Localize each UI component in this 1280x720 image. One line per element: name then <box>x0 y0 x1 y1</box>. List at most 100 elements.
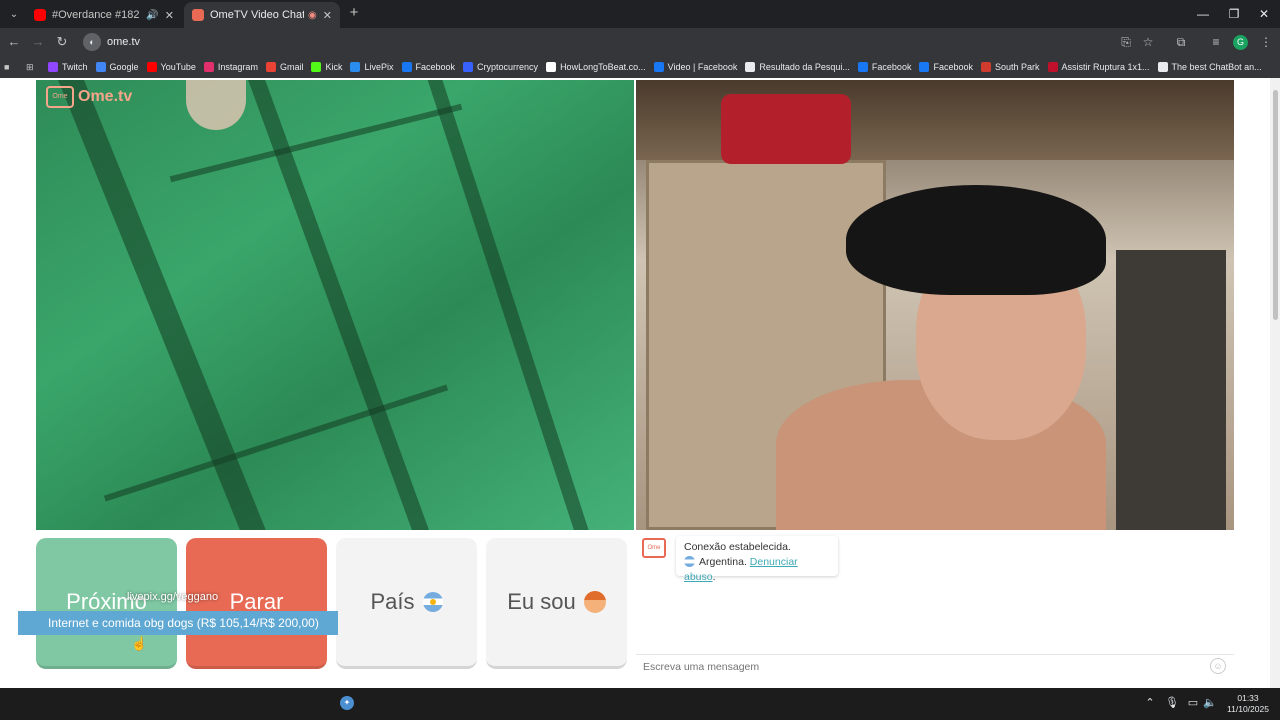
bookmark-favicon-icon <box>546 62 557 72</box>
tab-youtube[interactable]: #Overdance #182 #DJMask 🔊 ✕ <box>26 2 182 28</box>
country-line: Argentina. Denunciar abuso. <box>684 555 830 585</box>
page-scrollbar[interactable] <box>1270 78 1280 688</box>
board-line <box>51 80 285 530</box>
country-label: País <box>370 589 415 614</box>
bookmark-label: Cryptocurrency <box>477 62 539 72</box>
bookmark-item[interactable]: Cryptocurrency <box>463 62 538 72</box>
chat-message-input[interactable] <box>643 660 1183 673</box>
recording-icon: ◉ <box>308 9 317 21</box>
bookmark-favicon-icon <box>146 62 157 72</box>
back-icon[interactable]: ← <box>4 32 24 52</box>
bookmark-item[interactable]: Google <box>95 62 139 72</box>
tab-ometv[interactable]: OmeTV Video Chat — Ome ◉ ✕ <box>184 2 340 28</box>
connection-text: Conexão estabelecida. <box>684 541 791 553</box>
bookmark-item[interactable]: Facebook <box>857 62 911 72</box>
media-control-icon[interactable]: ≡ <box>1207 33 1225 51</box>
address-bar[interactable]: ◐ ome.tv <box>80 30 1100 54</box>
bookmark-item[interactable]: The best ChatBot an... <box>1157 62 1262 72</box>
bookmark-label: Facebook <box>933 62 973 72</box>
tab-strip: ⌄ #Overdance #182 #DJMask 🔊 ✕ OmeTV Vide… <box>0 0 1280 28</box>
bookmark-favicon-icon <box>1047 62 1058 72</box>
bookmark-item[interactable]: Assistir Ruptura 1x1... <box>1047 62 1150 72</box>
bookmark-favicon-icon <box>95 62 106 72</box>
bookmark-favicon-icon <box>745 62 756 72</box>
bookmark-favicon-icon <box>919 62 930 72</box>
scroll-thumb[interactable] <box>1273 90 1278 320</box>
bookmark-item[interactable]: Facebook <box>919 62 973 72</box>
bookmark-item[interactable]: LivePix <box>350 62 394 72</box>
board-line <box>419 80 607 530</box>
bookmark-item[interactable]: Gmail <box>265 62 303 72</box>
suitcase <box>721 94 851 164</box>
profile-avatar[interactable]: G <box>1233 35 1248 50</box>
bookmark-favicon-icon <box>1157 62 1168 72</box>
bookmark-label: YouTube <box>160 62 196 72</box>
browser-toolbar: ← → ↻ ◐ ome.tv ⎘ ☆ ⧉ ≡ ⋮ <box>0 28 1280 56</box>
bookmark-label: The best ChatBot an... <box>1171 62 1262 72</box>
stranger-video: Ome Ome.tv <box>36 80 634 530</box>
gender-button[interactable]: Eu sou <box>486 538 627 669</box>
bookmark-favicon-icon <box>857 62 868 72</box>
volume-icon[interactable]: 🔈 <box>1203 696 1217 710</box>
bookmark-item[interactable]: South Park <box>980 62 1040 72</box>
chat-panel: Ome Conexão estabelecida. Argentina. Den… <box>636 536 1234 678</box>
ometv-favicon-icon <box>192 9 204 21</box>
finger-blur <box>186 80 246 130</box>
board-line <box>240 80 448 530</box>
close-tab-icon[interactable]: ✕ <box>323 9 332 22</box>
bookmark-label: Kick <box>325 62 343 72</box>
youtube-favicon-icon <box>34 9 46 21</box>
stop-button[interactable]: Parar <box>186 538 327 669</box>
close-window-button[interactable]: ✕ <box>1246 0 1280 28</box>
apps-grid-icon[interactable]: ⊞ <box>26 62 36 72</box>
self-video <box>636 80 1234 530</box>
bookmark-star-icon[interactable]: ☆ <box>1139 33 1157 51</box>
bookmark-item[interactable]: YouTube <box>146 62 196 72</box>
tab-title: #Overdance #182 #DJMask <box>52 9 142 21</box>
forward-icon[interactable]: → <box>28 32 48 52</box>
bookmark-label: Facebook <box>415 62 456 72</box>
bookmark-label: LivePix <box>364 62 394 72</box>
bookmark-item[interactable]: Resultado da Pesqui... <box>745 62 850 72</box>
livepix-overlay-text: livepix.gg/veggano <box>127 591 219 603</box>
display-icon[interactable]: ▭ <box>1186 696 1200 710</box>
url-text[interactable]: ome.tv <box>107 36 140 48</box>
menu-icon[interactable]: ⋮ <box>1257 33 1275 51</box>
bookmark-item[interactable]: Facebook <box>401 62 456 72</box>
system-clock[interactable]: 01:33 11/10/2025 <box>1222 693 1274 715</box>
bookmark-favicon-icon <box>311 62 322 72</box>
bookmark-item[interactable]: Kick <box>311 62 342 72</box>
period: . <box>712 571 716 583</box>
bookmark-label: Google <box>109 62 139 72</box>
emoji-icon[interactable]: ☺ <box>1210 658 1226 674</box>
next-button[interactable]: Próximo <box>36 538 177 669</box>
argentina-flag-icon <box>684 556 695 567</box>
bookmark-item[interactable]: Twitch <box>48 62 88 72</box>
bookmark-label: Assistir Ruptura 1x1... <box>1061 62 1150 72</box>
tab-title: OmeTV Video Chat — Ome <box>210 9 305 21</box>
gender-label: Eu sou <box>507 589 576 614</box>
bookmark-item[interactable]: HowLongToBeat.co... <box>546 62 646 72</box>
bookmark-favicon-icon <box>980 62 991 72</box>
tray-chevron-icon[interactable]: ⌃ <box>1143 696 1157 710</box>
country-button[interactable]: País <box>336 538 477 669</box>
bookmark-favicon-icon <box>653 62 664 72</box>
argentina-flag-icon <box>422 592 443 612</box>
tab-list-icon[interactable]: ■ <box>4 62 14 72</box>
new-tab-button[interactable]: + <box>345 4 363 22</box>
extensions-icon[interactable]: ⧉ <box>1172 33 1190 51</box>
microphone-icon[interactable]: 🎙 <box>1165 696 1179 710</box>
site-info-icon[interactable]: ◐ <box>83 33 101 51</box>
steam-icon[interactable]: ✦ <box>340 696 354 710</box>
bookmark-label: Resultado da Pesqui... <box>759 62 850 72</box>
close-tab-icon[interactable]: ✕ <box>165 9 174 22</box>
clock-date: 11/10/2025 <box>1227 704 1269 714</box>
logo-text: Ome.tv <box>78 88 133 105</box>
speaker-icon[interactable]: 🔊 <box>146 10 158 21</box>
install-app-icon[interactable]: ⎘ <box>1117 33 1135 51</box>
bookmarks-bar: ■ ⊞ Twitch Google YouTube Instagram Gmail Kic… <box>0 56 1280 78</box>
reload-icon[interactable]: ↻ <box>52 32 72 52</box>
bookmark-item[interactable]: Video | Facebook <box>653 62 737 72</box>
tab-search-icon[interactable]: ⌄ <box>4 4 24 24</box>
bookmark-item[interactable]: Instagram <box>203 62 258 72</box>
